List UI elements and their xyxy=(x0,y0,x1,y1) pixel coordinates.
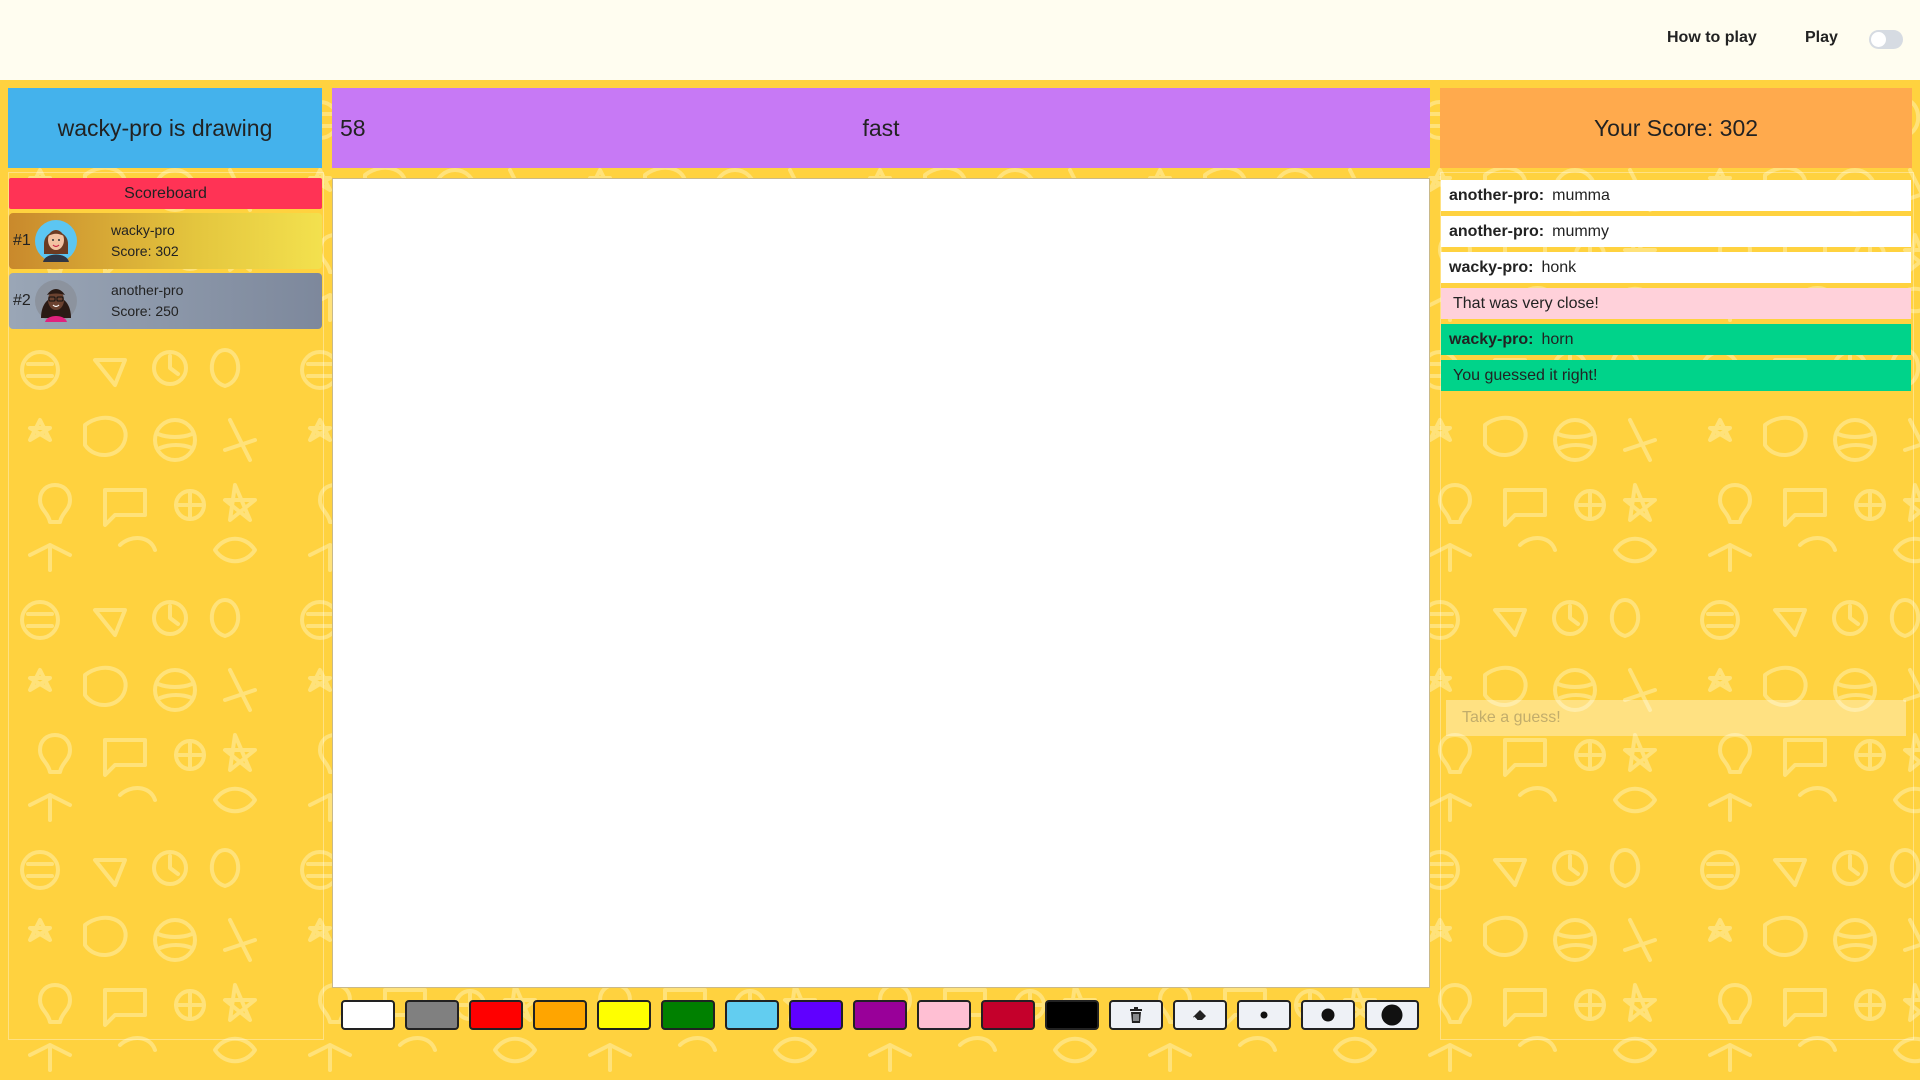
theme-toggle[interactable] xyxy=(1869,30,1903,49)
chat-username: wacky-pro: xyxy=(1449,259,1534,276)
play-link[interactable]: Play xyxy=(1805,29,1838,47)
player-name: another-pro xyxy=(111,282,184,298)
eraser-button[interactable] xyxy=(1173,1000,1227,1030)
avatar xyxy=(35,220,77,262)
your-score-header: Your Score: 302 xyxy=(1440,88,1912,168)
chat-message: another-pro: mumma xyxy=(1441,180,1911,211)
chat-text: That was very close! xyxy=(1453,295,1599,312)
player-score: Score: 250 xyxy=(111,303,179,319)
color-swatch-red[interactable] xyxy=(469,1000,523,1030)
chat-username: another-pro: xyxy=(1449,187,1545,204)
player-rank: #1 xyxy=(13,232,31,249)
color-swatch-white[interactable] xyxy=(341,1000,395,1030)
color-swatch-green[interactable] xyxy=(661,1000,715,1030)
chat-text: mumma xyxy=(1552,187,1610,204)
color-swatch-light-blue[interactable] xyxy=(725,1000,779,1030)
color-swatch-gray[interactable] xyxy=(405,1000,459,1030)
word-header: 58 fast xyxy=(332,88,1430,168)
player-score: Score: 302 xyxy=(111,243,179,259)
your-score-text: Your Score: 302 xyxy=(1593,114,1759,141)
avatar xyxy=(35,280,77,322)
color-swatch-pink[interactable] xyxy=(917,1000,971,1030)
chat-text: honk xyxy=(1541,259,1577,276)
chat-text: horn xyxy=(1541,331,1574,348)
scoreboard-player: #2 another-pro Score: 250 xyxy=(9,273,322,329)
chat-text: You guessed it right! xyxy=(1453,367,1598,384)
brush-large-icon xyxy=(1381,1004,1403,1026)
player-rank: #2 xyxy=(13,292,31,309)
color-swatch-orange[interactable] xyxy=(533,1000,587,1030)
brush-large-button[interactable] xyxy=(1365,1000,1419,1030)
drawing-status-text: wacky-pro is drawing xyxy=(57,114,273,141)
chat-correct-guess-notice: You guessed it right! xyxy=(1441,360,1911,391)
brush-small-icon xyxy=(1260,1011,1268,1019)
scoreboard-title: Scoreboard xyxy=(9,178,322,209)
chat-message: another-pro: mummy xyxy=(1441,216,1911,247)
color-swatch-indigo[interactable] xyxy=(789,1000,843,1030)
color-swatch-yellow[interactable] xyxy=(597,1000,651,1030)
drawing-canvas[interactable] xyxy=(332,178,1430,988)
top-navbar: How to play Play xyxy=(0,0,1920,80)
guess-input[interactable] xyxy=(1446,700,1906,736)
player-name: wacky-pro xyxy=(111,222,175,238)
clear-canvas-button[interactable] xyxy=(1109,1000,1163,1030)
toggle-knob xyxy=(1871,32,1886,47)
trash-icon xyxy=(1130,1007,1142,1023)
current-word: fast xyxy=(862,114,900,141)
chat-message: wacky-pro: honk xyxy=(1441,252,1911,283)
color-swatch-purple[interactable] xyxy=(853,1000,907,1030)
chat-username: another-pro: xyxy=(1449,223,1545,240)
brush-medium-button[interactable] xyxy=(1301,1000,1355,1030)
eraser-icon xyxy=(1193,1010,1206,1021)
chat-text: mummy xyxy=(1552,223,1609,240)
brush-small-button[interactable] xyxy=(1237,1000,1291,1030)
color-swatch-crimson[interactable] xyxy=(981,1000,1035,1030)
color-swatch-black[interactable] xyxy=(1045,1000,1099,1030)
scoreboard-player: #1 wacky-pro Score: 302 xyxy=(9,213,322,269)
chat-username: wacky-pro: xyxy=(1449,331,1534,348)
how-to-play-link[interactable]: How to play xyxy=(1667,29,1757,47)
chat-close-guess-notice: That was very close! xyxy=(1441,288,1911,319)
chat-message-correct: wacky-pro: horn xyxy=(1441,324,1911,355)
brush-medium-icon xyxy=(1321,1008,1335,1022)
drawing-status-header: wacky-pro is drawing xyxy=(8,88,322,168)
